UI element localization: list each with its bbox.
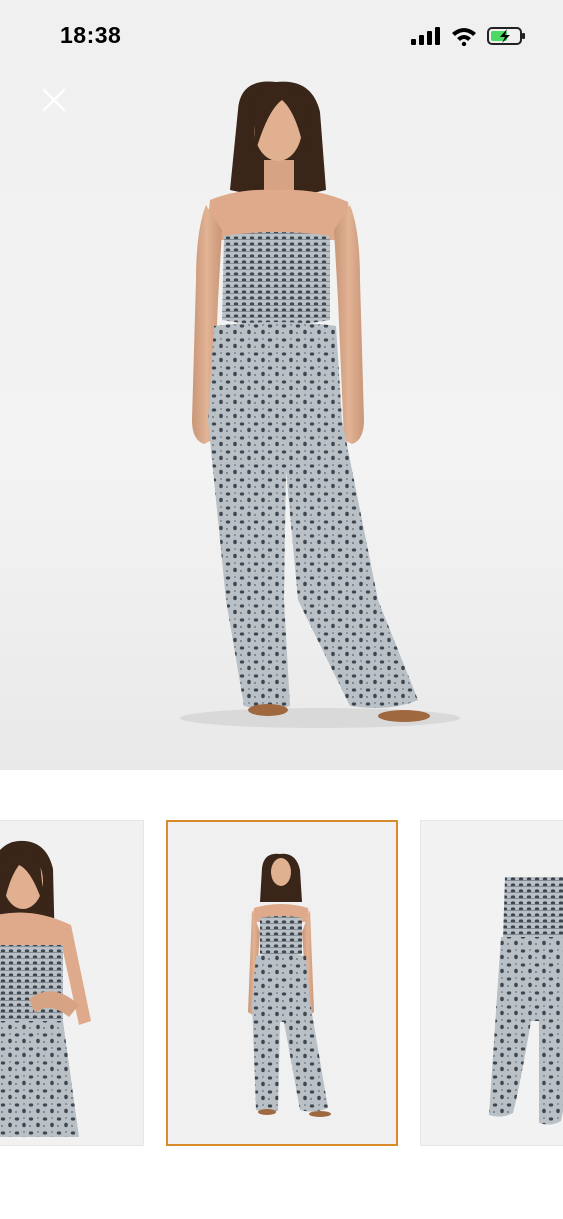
thumbnail-flat-lay-image [421,821,563,1145]
thumbnail-flat-lay[interactable] [420,820,563,1146]
battery-charging-icon [487,27,525,45]
close-icon [42,88,66,112]
close-button[interactable] [36,82,72,118]
status-time: 18:38 [60,22,122,48]
status-icons [411,26,527,46]
model-figure [180,81,460,728]
thumbnail-full-body[interactable] [166,820,398,1146]
status-bar: 18:38 [0,0,563,74]
thumbnail-closeup-image [0,821,143,1145]
main-product-image[interactable]: 18:38 [0,0,563,770]
thumbnail-strip[interactable] [0,820,563,1148]
signal-icon [411,27,440,45]
thumbnail-closeup[interactable] [0,820,144,1146]
wifi-icon [452,28,476,46]
thumbnail-full-body-image [168,822,396,1144]
product-image-viewer: 18:38 [0,0,563,1219]
